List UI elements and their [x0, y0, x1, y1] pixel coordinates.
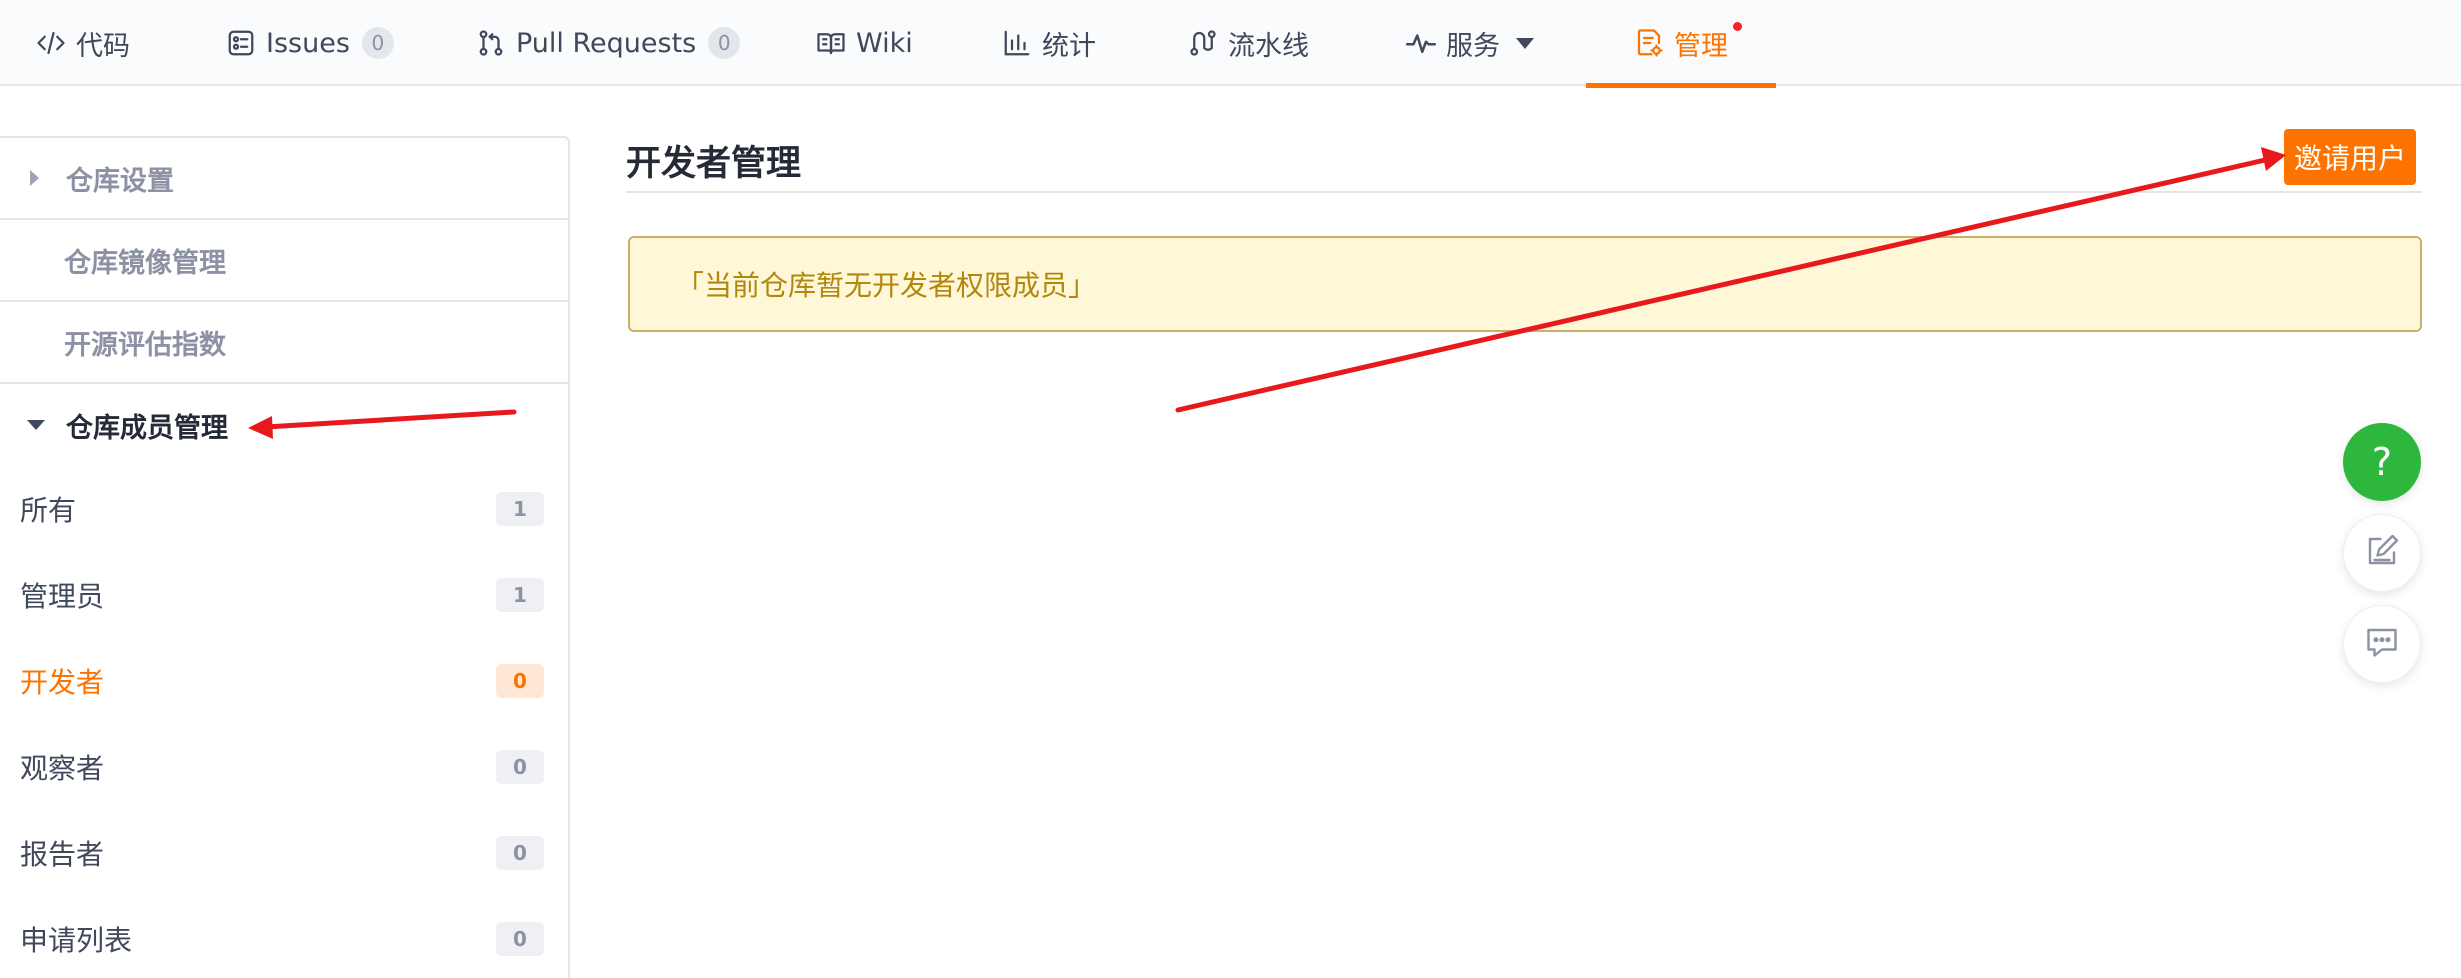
- tab-statistics-label: 统计: [1042, 30, 1096, 62]
- sidebar-group-repo-settings[interactable]: 仓库设置: [0, 138, 568, 220]
- sidebar-item-applications[interactable]: 申请列表 0: [0, 896, 568, 978]
- notification-dot: [1733, 22, 1742, 31]
- tab-issues[interactable]: Issues 0: [226, 0, 394, 86]
- sidebar-item-open-source-index[interactable]: 开源评估指数: [0, 302, 568, 384]
- title-divider: [626, 191, 2422, 193]
- tab-pull-requests[interactable]: Pull Requests 0: [476, 0, 741, 86]
- member-count-badge: 0: [496, 750, 544, 784]
- sidebar-item-developers[interactable]: 开发者 0: [0, 638, 568, 724]
- help-button[interactable]: ?: [2343, 423, 2421, 501]
- sidebar-group-label: 开源评估指数: [64, 329, 226, 361]
- empty-notice: 「当前仓库暂无开发者权限成员」: [628, 236, 2422, 332]
- member-count-badge: 0: [496, 836, 544, 870]
- caret-down-icon: [27, 420, 45, 430]
- tab-pull-requests-label: Pull Requests: [516, 27, 697, 59]
- tab-manage[interactable]: 管理: [1586, 0, 1776, 88]
- feedback-edit-button[interactable]: [2343, 514, 2421, 592]
- sidebar-item-label: 观察者: [20, 752, 105, 785]
- sidebar-item-label: 报告者: [20, 838, 105, 871]
- chevron-down-icon: [1516, 37, 1534, 49]
- issues-count-badge: 0: [361, 27, 394, 59]
- member-count-badge: 0: [496, 664, 544, 698]
- sidebar-group-member-management[interactable]: 仓库成员管理: [0, 384, 568, 466]
- sidebar-group-label: 仓库镜像管理: [64, 247, 226, 279]
- caret-right-icon: [30, 170, 39, 186]
- sidebar-item-admins[interactable]: 管理员 1: [0, 552, 568, 638]
- sidebar-item-observers[interactable]: 观察者 0: [0, 724, 568, 810]
- question-mark-icon: ?: [2371, 440, 2393, 484]
- sidebar-group-label: 仓库设置: [66, 165, 174, 197]
- page: 代码 Issues 0 Pull Requests 0 Wiki 统计 流水线 …: [0, 0, 2461, 978]
- sidebar-group-label: 仓库成员管理: [66, 412, 228, 444]
- pipeline-icon: [1188, 28, 1218, 58]
- sidebar-item-reporters[interactable]: 报告者 0: [0, 810, 568, 896]
- settings-sidebar: 仓库设置 仓库镜像管理 开源评估指数 仓库成员管理 所有 1 管理员 1 开发者…: [0, 136, 570, 978]
- sidebar-item-all-members[interactable]: 所有 1: [0, 466, 568, 552]
- tab-services[interactable]: 服务: [1406, 0, 1534, 86]
- member-count-badge: 1: [496, 578, 544, 612]
- pull-requests-count-badge: 0: [708, 27, 741, 59]
- sidebar-item-mirror-management[interactable]: 仓库镜像管理: [0, 220, 568, 302]
- repo-tab-bar: 代码 Issues 0 Pull Requests 0 Wiki 统计 流水线 …: [0, 0, 2461, 88]
- edit-note-icon: [2364, 533, 2400, 573]
- tab-wiki-label: Wiki: [856, 27, 913, 59]
- sidebar-item-label: 开发者: [20, 666, 105, 699]
- issues-icon: [226, 28, 256, 58]
- manage-doc-icon: [1634, 28, 1664, 58]
- bar-chart-icon: [1002, 28, 1032, 58]
- wiki-book-icon: [816, 28, 846, 58]
- invite-user-button[interactable]: 邀请用户: [2284, 129, 2416, 185]
- tab-services-label: 服务: [1446, 30, 1500, 62]
- tab-pipeline-label: 流水线: [1228, 30, 1309, 62]
- code-icon: [36, 28, 66, 58]
- tab-wiki[interactable]: Wiki: [816, 0, 913, 86]
- tab-code[interactable]: 代码: [36, 0, 130, 86]
- sidebar-item-label: 所有: [20, 494, 77, 527]
- chat-button[interactable]: [2343, 605, 2421, 683]
- pull-request-icon: [476, 28, 506, 58]
- chat-bubble-icon: [2364, 624, 2400, 664]
- sidebar-item-label: 申请列表: [20, 924, 133, 957]
- tab-pipeline[interactable]: 流水线: [1188, 0, 1309, 86]
- page-title: 开发者管理: [626, 143, 802, 184]
- tab-code-label: 代码: [76, 30, 130, 62]
- sidebar-item-label: 管理员: [20, 580, 105, 613]
- tab-statistics[interactable]: 统计: [1002, 0, 1096, 86]
- member-count-badge: 1: [496, 492, 544, 526]
- tab-manage-label: 管理: [1674, 30, 1728, 62]
- pulse-icon: [1406, 28, 1436, 58]
- member-count-badge: 0: [496, 922, 544, 956]
- tab-issues-label: Issues: [266, 27, 350, 59]
